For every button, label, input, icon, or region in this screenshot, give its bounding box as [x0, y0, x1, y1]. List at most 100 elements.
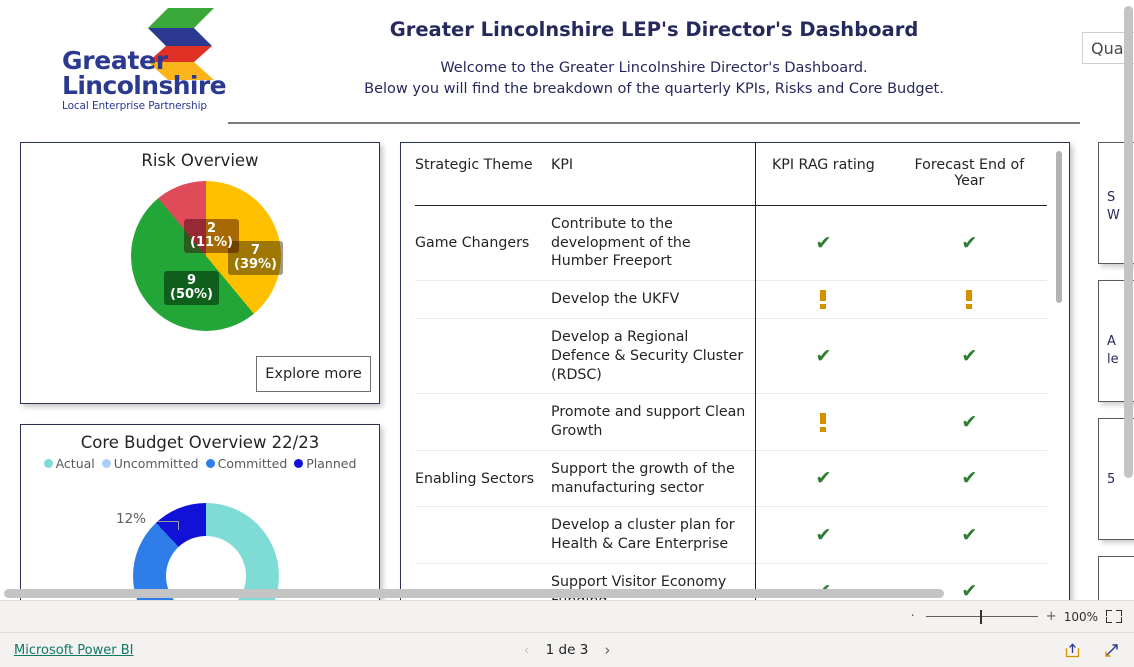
cell-forecast-end-of-year: ✔	[899, 393, 1047, 451]
kpi-table-scroll-area: Strategic Theme KPI KPI RAG rating Forec…	[401, 143, 1059, 600]
share-icon[interactable]	[1064, 642, 1081, 659]
cell-forecast-end-of-year: ✔	[899, 449, 1047, 508]
core-budget-legend: Actual Uncommitted Committed Planned	[21, 456, 379, 471]
risk-overview-visual: Risk Overview 7 (39%) 9 (50%) 2 (11%) Explo…	[20, 142, 380, 404]
exclamation-bar	[819, 290, 826, 302]
zoom-level-value: 100%	[1063, 609, 1098, 624]
power-bi-report-viewer: Greater Lincolnshire Local Enterprise Pa…	[0, 0, 1134, 667]
cell-strategic-theme	[415, 393, 552, 451]
cell-forecast-end-of-year	[899, 280, 1047, 320]
legend-label: Uncommitted	[113, 456, 199, 471]
kpi-table: Strategic Theme KPI KPI RAG rating Forec…	[415, 143, 1047, 600]
column-header-kpi[interactable]: KPI	[551, 143, 757, 206]
exclamation-dot	[965, 304, 972, 310]
zoom-in-button[interactable]: +	[1046, 609, 1057, 624]
canvas-horizontal-scroll-thumb[interactable]	[4, 589, 944, 598]
legend-swatch-actual-icon	[43, 459, 53, 468]
risk-pie-chart[interactable]: 7 (39%) 9 (50%) 2 (11%)	[21, 181, 379, 361]
exclamation-dot	[819, 304, 826, 310]
table-row[interactable]: Develop the UKFV	[415, 280, 1047, 320]
legend-item-committed[interactable]: Committed	[205, 456, 287, 471]
fit-corner-tr	[1116, 610, 1122, 616]
canvas-horizontal-scrollbar[interactable]	[0, 588, 1134, 600]
cell-kpi: Develop the UKFV	[551, 280, 757, 320]
kpi-rag-table-visual: Strategic Theme KPI KPI RAG rating Forec…	[400, 142, 1070, 600]
risk-overview-title: Risk Overview	[141, 151, 259, 170]
explore-more-button[interactable]: Explore more	[256, 356, 371, 392]
logo-line-2: Lincolnshire	[62, 71, 227, 100]
legend-item-uncommitted[interactable]: Uncommitted	[101, 456, 199, 471]
fit-corner-tl	[1106, 610, 1112, 616]
fit-corner-br	[1116, 617, 1122, 623]
header-divider	[228, 122, 1080, 124]
legend-item-actual[interactable]: Actual	[43, 456, 95, 471]
green-check-icon: ✔	[961, 467, 978, 490]
risk-pie-label-red: 2 (11%)	[184, 219, 239, 254]
canvas-vertical-scrollbar[interactable]	[1124, 6, 1133, 576]
cell-kpi-rag-rating: ✔	[755, 318, 900, 395]
green-check-icon: ✔	[961, 523, 978, 546]
report-footer: Microsoft Power BI ‹ 1 de 3 ›	[0, 633, 1134, 667]
cell-forecast-end-of-year: ✔	[899, 506, 1047, 564]
cell-strategic-theme: Enabling Sectors	[415, 449, 552, 508]
page-title: Greater Lincolnshire LEP's Director's Da…	[389, 18, 919, 41]
footer-action-icons	[1064, 642, 1120, 659]
next-page-button[interactable]: ›	[604, 642, 610, 658]
table-row[interactable]: Enabling Sectors Support the growth of th…	[415, 449, 1047, 509]
kpi-table-scroll-thumb[interactable]	[1056, 151, 1062, 303]
zoom-slider-handle[interactable]	[979, 609, 983, 624]
quarter-slicer-label: Qua	[1091, 38, 1124, 58]
kpi-table-body: Game Changers Contribute to the developme…	[415, 205, 1047, 600]
zoom-out-button[interactable]: ·	[908, 609, 918, 624]
cell-kpi: Contribute to the development of the Hum…	[551, 205, 757, 282]
legend-item-planned[interactable]: Planned	[294, 456, 356, 471]
canvas-vertical-scroll-thumb[interactable]	[1124, 6, 1133, 478]
fit-to-page-icon[interactable]	[1106, 610, 1122, 623]
cell-kpi-rag-rating: ✔	[755, 205, 900, 282]
table-row[interactable]: Game Changers Contribute to the developme…	[415, 205, 1047, 282]
donut-leader-planned	[157, 521, 179, 522]
cell-kpi-rag-rating: ✔	[755, 506, 900, 564]
explore-more-label: Explore more	[265, 366, 362, 382]
table-row[interactable]: Develop a Regional Defence & Security Cl…	[415, 318, 1047, 395]
column-header-forecast-end-of-year[interactable]: Forecast End of Year	[899, 143, 1047, 206]
exclamation-dot	[819, 426, 826, 432]
fullscreen-expand-icon[interactable]	[1103, 642, 1120, 659]
green-check-icon: ✔	[815, 467, 832, 490]
green-check-icon: ✔	[961, 410, 978, 433]
logo-wordmark: Greater Lincolnshire Local Enterprise Pa…	[62, 48, 227, 112]
logo-line-3: Local Enterprise Partnership	[62, 100, 207, 112]
cell-kpi: Support the growth of the manufacturing …	[551, 449, 757, 509]
kpi-table-vertical-scrollbar[interactable]	[1056, 151, 1062, 591]
cell-kpi-rag-rating	[755, 280, 900, 320]
previous-page-button[interactable]: ‹	[524, 642, 530, 658]
report-canvas: Greater Lincolnshire Local Enterprise Pa…	[0, 0, 1134, 600]
cell-forecast-end-of-year: ✔	[899, 205, 1047, 282]
legend-label: Planned	[306, 456, 357, 471]
legend-swatch-uncommitted-icon	[101, 459, 111, 468]
cell-kpi: Develop a cluster plan for Health & Care…	[551, 506, 757, 564]
kpi-table-head: Strategic Theme KPI KPI RAG rating Forec…	[415, 143, 1047, 206]
table-row[interactable]: Promote and support Clean Growth ✔	[415, 393, 1047, 451]
exclamation-bar	[819, 412, 826, 424]
fit-corner-bl	[1106, 617, 1112, 623]
greater-lincolnshire-lep-logo: Greater Lincolnshire Local Enterprise Pa…	[62, 6, 227, 124]
donut-leader-planned-v	[178, 521, 180, 530]
core-budget-overview-visual: Core Budget Overview 22/23 Actual Uncommi…	[20, 424, 380, 600]
donut-callout-planned: 12%	[116, 511, 147, 527]
legend-swatch-committed-icon	[205, 459, 215, 468]
cell-strategic-theme	[415, 280, 552, 320]
page-subtitle-line-1: Welcome to the Greater Lincolnshire Dire…	[440, 60, 868, 76]
green-check-icon: ✔	[815, 344, 832, 367]
amber-exclamation-icon	[965, 290, 973, 310]
column-header-kpi-rag-rating[interactable]: KPI RAG rating	[755, 143, 900, 206]
page-subtitle: Welcome to the Greater Lincolnshire Dire…	[228, 58, 1080, 100]
green-check-icon: ✔	[815, 231, 832, 254]
table-row[interactable]: Develop a cluster plan for Health & Care…	[415, 506, 1047, 564]
core-budget-donut-chart[interactable]: 12% 55% 33%	[21, 503, 379, 600]
zoom-slider[interactable]	[925, 609, 1038, 624]
page-subtitle-line-2: Below you will find the breakdown of the…	[364, 81, 944, 98]
column-header-strategic-theme[interactable]: Strategic Theme	[415, 143, 552, 206]
page-navigation: ‹ 1 de 3 ›	[0, 642, 1134, 658]
zoom-toolbar: · + 100%	[0, 600, 1134, 633]
